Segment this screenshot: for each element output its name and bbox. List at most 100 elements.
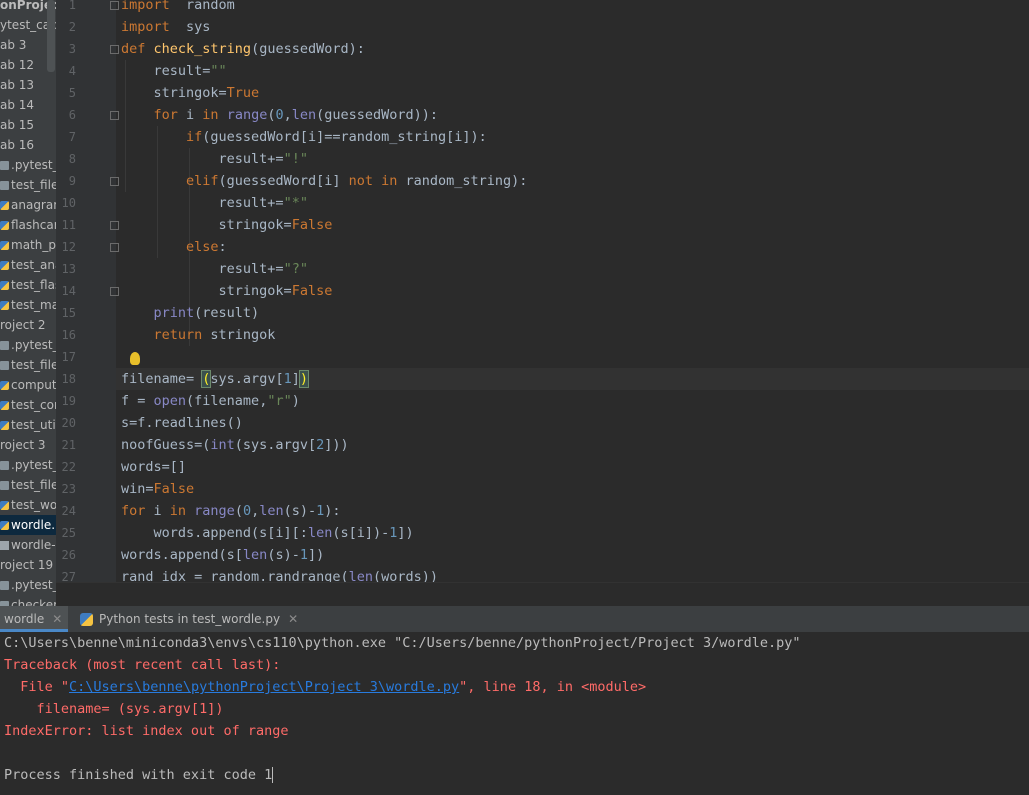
code-line[interactable]: stringok=False: [121, 214, 333, 236]
code-line[interactable]: stringok=False: [121, 280, 333, 302]
python-file-icon: [0, 401, 9, 410]
sidebar-tree-item[interactable]: ab 3: [0, 35, 26, 55]
code-line[interactable]: if(guessedWord[i]==random_string[i]):: [121, 126, 487, 148]
run-console[interactable]: C:\Users\benne\miniconda3\envs\cs110\pyt…: [0, 632, 1029, 795]
sidebar-tree-item[interactable]: test_wor: [0, 495, 56, 515]
code-line[interactable]: words.append(s[len(s)-1]): [121, 544, 324, 566]
sidebar-tree-item[interactable]: roject 19: [0, 555, 53, 575]
code-token: len: [307, 525, 333, 541]
code-line[interactable]: win=False: [121, 478, 194, 500]
code-token: (guessedWord):: [251, 41, 365, 57]
code-token: import: [121, 19, 170, 35]
code-token: ): [298, 370, 310, 388]
code-token: 1: [299, 547, 308, 563]
sidebar-tree-item[interactable]: wordle-a: [0, 535, 56, 555]
code-editor[interactable]: import random import sys def check_string(…: [116, 0, 1029, 582]
code-line[interactable]: result+="*": [121, 192, 308, 214]
sidebar-tree-item[interactable]: test_mat: [0, 295, 56, 315]
code-line[interactable]: stringok=True: [121, 82, 260, 104]
code-line[interactable]: s=f.readlines(): [121, 412, 243, 434]
sidebar-tree-item[interactable]: ab 12: [0, 55, 34, 75]
code-line[interactable]: result+="?": [121, 258, 308, 280]
sidebar-tree-item[interactable]: checkerb: [0, 595, 56, 606]
code-token: for: [121, 107, 187, 123]
line-number: 11: [61, 218, 76, 232]
code-line[interactable]: elif(guessedWord[i] not in random_string…: [121, 170, 527, 192]
sidebar-tree-item[interactable]: test_files: [0, 175, 56, 195]
sidebar-tree-item-label: roject 2: [0, 318, 46, 332]
sidebar-tree-item[interactable]: .pytest_c: [0, 335, 56, 355]
sidebar-tree-item[interactable]: test_utils: [0, 415, 56, 435]
sidebar-tree-item-label: ab 16: [0, 138, 35, 152]
sidebar-tree-item[interactable]: ab 13: [0, 75, 34, 95]
text-caret: [272, 767, 274, 783]
code-token: False: [291, 283, 333, 299]
close-icon[interactable]: ✕: [288, 612, 298, 626]
code-token: 1: [283, 371, 292, 387]
code-line[interactable]: for i in range(0,len(s)-1):: [121, 500, 341, 522]
code-line[interactable]: result+="!": [121, 148, 308, 170]
code-line[interactable]: else:: [121, 236, 227, 258]
sidebar-scrollbar[interactable]: [47, 0, 55, 72]
code-line[interactable]: words=[]: [121, 456, 186, 478]
tab-wordle[interactable]: wordle ✕: [0, 606, 68, 632]
code-token: result+=: [121, 151, 284, 167]
editor-horizontal-scrollbar[interactable]: [56, 582, 1029, 607]
sidebar-tree-item[interactable]: roject 3: [0, 435, 45, 455]
sidebar-tree-item[interactable]: .pytest_c: [0, 155, 56, 175]
sidebar-tree-item[interactable]: ab 16: [0, 135, 34, 155]
sidebar-tree-item[interactable]: ab 14: [0, 95, 34, 115]
lightbulb-icon[interactable]: [130, 352, 140, 365]
sidebar-tree-item[interactable]: .pytest_c: [0, 455, 56, 475]
code-line[interactable]: noofGuess=(int(sys.argv[2])): [121, 434, 349, 456]
line-number: 15: [61, 306, 76, 320]
sidebar-tree-item[interactable]: flashcarc: [0, 215, 56, 235]
sidebar-tree-item-label: wordle-a: [11, 538, 56, 552]
sidebar-tree-item[interactable]: anagram: [0, 195, 56, 215]
code-line[interactable]: print(result): [121, 302, 260, 324]
line-number: 24: [61, 504, 76, 518]
line-number: 5: [68, 86, 76, 100]
close-icon[interactable]: ✕: [52, 612, 62, 626]
code-line[interactable]: words.append(s[i][:len(s[i])-1]): [121, 522, 414, 544]
code-line[interactable]: for i in range(0,len(guessedWord)):: [121, 104, 439, 126]
code-line[interactable]: rand_idx = random.randrange(len(words)): [121, 566, 438, 582]
code-token: s=f.readlines(): [121, 415, 243, 431]
sidebar-tree-item[interactable]: .pytest_c: [0, 575, 56, 595]
code-token: f =: [121, 393, 154, 409]
tab-python-tests[interactable]: Python tests in test_wordle.py ✕: [78, 606, 298, 632]
sidebar-tree-item[interactable]: test_files: [0, 475, 56, 495]
traceback-file-link[interactable]: C:\Users\benne\pythonProject\Project 3\w…: [69, 679, 459, 695]
folder-icon: [0, 161, 9, 170]
sidebar-tree-item[interactable]: test_com: [0, 395, 56, 415]
sidebar-tree-item-label: compute: [11, 378, 56, 392]
code-line[interactable]: import sys: [121, 16, 210, 38]
file-icon: [0, 541, 9, 550]
code-line[interactable]: result="": [121, 60, 227, 82]
code-token: noofGuess=(: [121, 437, 211, 453]
code-token: in: [169, 503, 195, 519]
sidebar-tree-item[interactable]: test_anag: [0, 255, 56, 275]
sidebar-tree-item[interactable]: wordle.p: [0, 515, 56, 535]
line-gutter: 1 2 3 4 5 6 7 8 9 10 11 12 13 14 15 16 17 18 19 20 21 22 23 24 2…: [56, 0, 119, 584]
code-line[interactable]: import random: [121, 0, 235, 16]
code-token: len: [259, 503, 284, 519]
code-token: stringok=: [121, 85, 227, 101]
code-token: for: [121, 503, 154, 519]
sidebar-tree-item[interactable]: roject 2: [0, 315, 45, 335]
code-line[interactable]: f = open(filename,"r"): [121, 390, 300, 412]
code-line[interactable]: return stringok: [121, 324, 276, 346]
code-token: (words)): [372, 569, 438, 582]
sidebar-tree-item[interactable]: ab 15: [0, 115, 34, 135]
code-token: sys.argv[: [210, 371, 284, 387]
line-number: 25: [61, 526, 76, 540]
code-token: stringok: [210, 327, 276, 343]
code-line[interactable]: filename= (sys.argv[1]): [121, 368, 310, 390]
code-line[interactable]: def check_string(guessedWord):: [121, 38, 365, 60]
sidebar-tree-item[interactable]: math_pr: [0, 235, 56, 255]
sidebar-tree-item[interactable]: test_files: [0, 355, 56, 375]
sidebar-tree-item-label: test_utils: [11, 418, 56, 432]
sidebar-tree-item[interactable]: compute: [0, 375, 56, 395]
sidebar-tree-item[interactable]: test_flasl: [0, 275, 56, 295]
sidebar-tree-item-label: ab 13: [0, 78, 35, 92]
